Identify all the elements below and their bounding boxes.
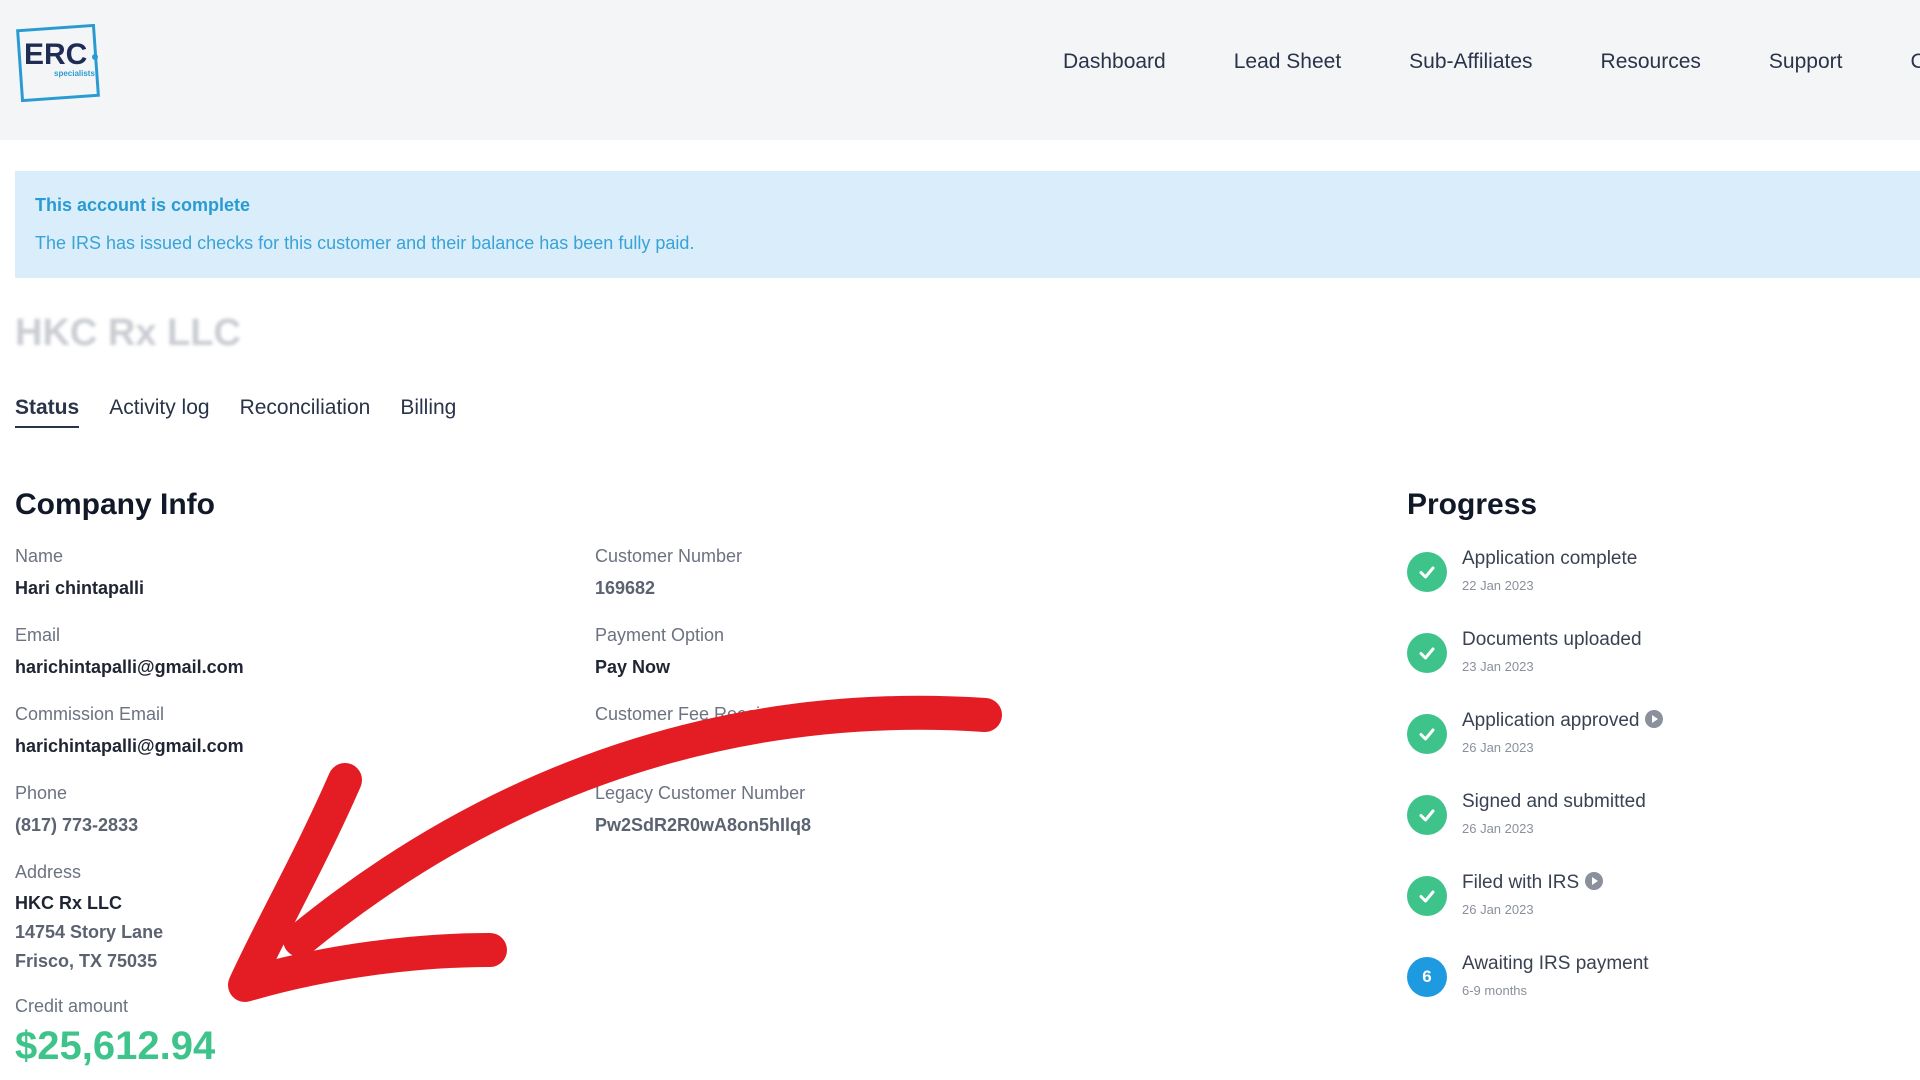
name-value: Hari chintapalli [15,578,145,598]
step-title: Application approved [1462,709,1664,732]
nav-support[interactable]: Support [1769,50,1843,74]
name-label: Name [15,546,64,566]
step-number-badge: 6 [1407,957,1447,997]
address-line-3: Frisco, TX 75035 [15,951,158,971]
step-title: Awaiting IRS payment [1462,953,1649,974]
svg-text:specialists: specialists [54,69,95,78]
alert-text: The IRS has issued checks for this custo… [35,233,695,253]
progress-title: Progress [1407,488,1538,521]
credit-amount-value: $25,612.94 [15,1024,216,1068]
company-info-title: Company Info [15,488,215,521]
customer-fee-label: Customer Fee Recei [595,704,761,724]
legacy-customer-number-value: Pw2SdR2R0wA8on5hIlq8 [595,815,812,835]
progress-step: Application approved 26 Jan 2023 [1407,709,1907,770]
step-date: 22 Jan 2023 [1462,578,1534,593]
customer-tabs: Status Activity log Reconciliation Billi… [15,396,486,428]
commission-email-value: harichintapalli@gmail.com [15,736,244,756]
phone-label: Phone [15,783,68,803]
progress-step: Filed with IRS 26 Jan 2023 [1407,871,1907,932]
step-date: 26 Jan 2023 [1462,902,1534,917]
main-nav: Dashboard Lead Sheet Sub-Affiliates Reso… [1063,50,1920,74]
progress-step: Documents uploaded 23 Jan 2023 [1407,629,1907,689]
progress-step: Signed and submitted 26 Jan 2023 [1407,791,1907,851]
address-label: Address [15,862,82,882]
alert-title: This account is complete [35,195,251,215]
address-line-1: HKC Rx LLC [15,893,122,913]
progress-step: 6 Awaiting IRS payment 6-9 months [1407,953,1907,1013]
tab-activity-log[interactable]: Activity log [109,396,209,428]
commission-email-label: Commission Email [15,704,165,724]
step-title: Filed with IRS [1462,871,1604,894]
email-value: harichintapalli@gmail.com [15,657,244,677]
nav-dashboard[interactable]: Dashboard [1063,50,1166,74]
customer-number-value: 169682 [595,578,656,598]
tab-billing[interactable]: Billing [400,396,456,428]
play-icon[interactable] [1645,709,1664,728]
check-icon [1407,714,1447,754]
top-navigation-bar: ERC specialists Dashboard Lead Sheet Sub… [0,0,1920,140]
step-date: 23 Jan 2023 [1462,659,1534,674]
legacy-customer-number-label: Legacy Customer Number [595,783,806,803]
step-date: 6-9 months [1462,983,1528,998]
nav-resources[interactable]: Resources [1601,50,1701,74]
company-name-heading: HKC Rx LLC [15,312,241,354]
nav-cut-off-item[interactable]: Cl [1910,50,1920,74]
email-label: Email [15,625,61,645]
step-title: Application complete [1462,548,1638,569]
play-icon[interactable] [1585,871,1604,890]
check-icon [1407,876,1447,916]
check-icon [1407,795,1447,835]
credit-amount-label: Credit amount [15,996,129,1016]
check-icon [1407,552,1447,592]
nav-sub-affiliates[interactable]: Sub-Affiliates [1409,50,1532,74]
payment-option-value: Pay Now [595,657,671,677]
step-date: 26 Jan 2023 [1462,740,1534,755]
step-title: Documents uploaded [1462,629,1642,650]
customer-number-label: Customer Number [595,546,743,566]
nav-lead-sheet[interactable]: Lead Sheet [1234,50,1341,74]
progress-step: Application complete 22 Jan 2023 [1407,548,1907,608]
address-line-2: 14754 Story Lane [15,922,164,942]
phone-value: (817) 773-2833 [15,815,139,835]
check-icon [1407,633,1447,673]
svg-text:ERC: ERC [24,38,87,71]
step-date: 26 Jan 2023 [1462,821,1534,836]
account-complete-alert: This account is complete The IRS has iss… [15,171,1920,278]
tab-reconciliation[interactable]: Reconciliation [240,396,371,428]
erc-specialists-logo[interactable]: ERC specialists [16,22,100,102]
step-title-text: Application approved [1462,710,1640,731]
tab-status[interactable]: Status [15,396,80,428]
step-title-text: Filed with IRS [1462,872,1580,893]
payment-option-label: Payment Option [595,625,725,645]
step-title: Signed and submitted [1462,791,1646,812]
